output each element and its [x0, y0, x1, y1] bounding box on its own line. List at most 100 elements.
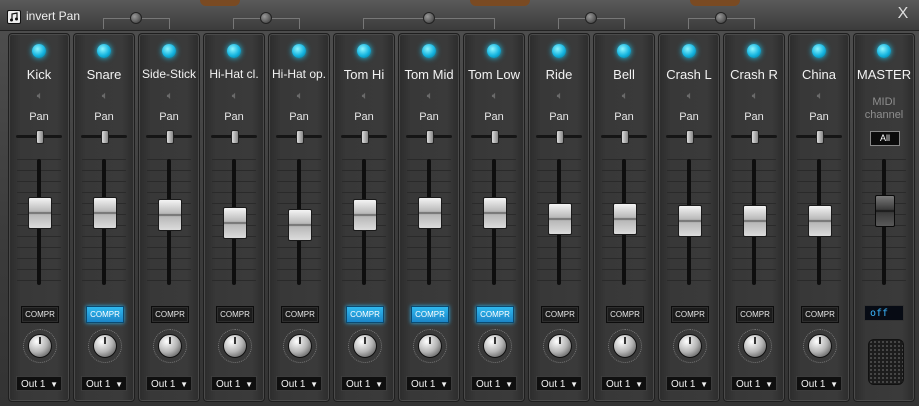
volume-fader-handle[interactable]: [808, 205, 832, 238]
output-select[interactable]: Out 1 ▼: [666, 376, 712, 391]
speaker-icon[interactable]: 🔈︎: [163, 90, 177, 102]
compressor-toggle-button[interactable]: COMPR: [21, 306, 59, 323]
channel-led-indicator[interactable]: [357, 44, 371, 58]
channel-led-indicator[interactable]: [487, 44, 501, 58]
volume-fader-handle[interactable]: [158, 199, 182, 232]
compressor-amount-knob[interactable]: [743, 334, 767, 358]
compressor-amount-knob[interactable]: [353, 334, 377, 358]
speaker-icon[interactable]: 🔈︎: [423, 90, 437, 102]
channel-led-indicator[interactable]: [292, 44, 306, 58]
link-toggle-snare-sidestick[interactable]: [130, 12, 142, 24]
close-button[interactable]: X: [892, 4, 914, 24]
master-led-indicator[interactable]: [877, 44, 891, 58]
volume-fader-handle[interactable]: [28, 197, 52, 230]
speaker-icon[interactable]: 🔈︎: [98, 90, 112, 102]
output-select[interactable]: Out 1 ▼: [81, 376, 127, 391]
compressor-toggle-button[interactable]: COMPR: [151, 306, 189, 323]
speaker-icon[interactable]: 🔈︎: [813, 90, 827, 102]
output-select[interactable]: Out 1 ▼: [536, 376, 582, 391]
compressor-toggle-button[interactable]: COMPR: [801, 306, 839, 323]
pan-slider-handle[interactable]: [101, 130, 109, 144]
output-select[interactable]: Out 1 ▼: [471, 376, 517, 391]
pan-slider-handle[interactable]: [751, 130, 759, 144]
compressor-amount-knob[interactable]: [28, 334, 52, 358]
compressor-amount-knob[interactable]: [548, 334, 572, 358]
compressor-toggle-button[interactable]: COMPR: [281, 306, 319, 323]
compressor-toggle-button[interactable]: COMPR: [671, 306, 709, 323]
volume-fader-handle[interactable]: [288, 208, 312, 241]
channel-led-indicator[interactable]: [162, 44, 176, 58]
pan-slider-handle[interactable]: [621, 130, 629, 144]
link-toggle-hihat[interactable]: [260, 12, 272, 24]
speaker-icon[interactable]: 🔈︎: [358, 90, 372, 102]
speaker-icon[interactable]: 🔈︎: [228, 90, 242, 102]
compressor-toggle-button[interactable]: COMPR: [541, 306, 579, 323]
link-toggle-toms[interactable]: [423, 12, 435, 24]
compressor-amount-knob[interactable]: [678, 334, 702, 358]
compressor-amount-knob[interactable]: [418, 334, 442, 358]
master-fader-handle[interactable]: [875, 195, 895, 228]
volume-fader-handle[interactable]: [418, 197, 442, 230]
channel-led-indicator[interactable]: [32, 44, 46, 58]
speaker-icon[interactable]: 🔈︎: [293, 90, 307, 102]
volume-fader-handle[interactable]: [548, 203, 572, 236]
compressor-toggle-button[interactable]: COMPR: [606, 306, 644, 323]
channel-led-indicator[interactable]: [682, 44, 696, 58]
volume-fader-handle[interactable]: [743, 205, 767, 238]
link-toggle-crashes[interactable]: [715, 12, 727, 24]
speaker-icon[interactable]: 🔈︎: [618, 90, 632, 102]
compressor-amount-knob[interactable]: [613, 334, 637, 358]
pan-slider-handle[interactable]: [816, 130, 824, 144]
channel-led-indicator[interactable]: [617, 44, 631, 58]
pan-slider-handle[interactable]: [556, 130, 564, 144]
pan-slider-handle[interactable]: [426, 130, 434, 144]
channel-led-indicator[interactable]: [227, 44, 241, 58]
output-select[interactable]: Out 1 ▼: [731, 376, 777, 391]
compressor-amount-knob[interactable]: [93, 334, 117, 358]
compressor-toggle-button[interactable]: COMPR: [736, 306, 774, 323]
volume-fader-handle[interactable]: [93, 197, 117, 230]
volume-fader-handle[interactable]: [613, 203, 637, 236]
link-toggle-ride-bell[interactable]: [585, 12, 597, 24]
speaker-icon[interactable]: 🔈︎: [33, 90, 47, 102]
pan-slider-handle[interactable]: [231, 130, 239, 144]
output-select[interactable]: Out 1 ▼: [146, 376, 192, 391]
compressor-toggle-button[interactable]: COMPR: [411, 306, 449, 323]
channel-led-indicator[interactable]: [812, 44, 826, 58]
speaker-icon[interactable]: 🔈︎: [488, 90, 502, 102]
pan-slider-handle[interactable]: [166, 130, 174, 144]
compressor-toggle-button[interactable]: COMPR: [216, 306, 254, 323]
speaker-icon[interactable]: 🔈︎: [748, 90, 762, 102]
compressor-amount-knob[interactable]: [158, 334, 182, 358]
compressor-toggle-button[interactable]: COMPR: [476, 306, 514, 323]
channel-led-indicator[interactable]: [747, 44, 761, 58]
output-select[interactable]: Out 1 ▼: [211, 376, 257, 391]
volume-fader-handle[interactable]: [483, 197, 507, 230]
pan-slider-handle[interactable]: [361, 130, 369, 144]
speaker-icon[interactable]: 🔈︎: [683, 90, 697, 102]
volume-fader-handle[interactable]: [223, 207, 247, 239]
pan-slider-handle[interactable]: [36, 130, 44, 144]
channel-led-indicator[interactable]: [422, 44, 436, 58]
pan-slider-handle[interactable]: [491, 130, 499, 144]
output-select[interactable]: Out 1 ▼: [276, 376, 322, 391]
speaker-icon[interactable]: 🔈︎: [553, 90, 567, 102]
volume-fader-handle[interactable]: [678, 205, 702, 238]
pan-slider-handle[interactable]: [296, 130, 304, 144]
pan-slider-handle[interactable]: [686, 130, 694, 144]
output-select[interactable]: Out 1 ▼: [16, 376, 62, 391]
midi-channel-select[interactable]: All: [870, 131, 900, 146]
channel-led-indicator[interactable]: [552, 44, 566, 58]
compressor-amount-knob[interactable]: [483, 334, 507, 358]
output-select[interactable]: Out 1 ▼: [406, 376, 452, 391]
compressor-toggle-button[interactable]: COMPR: [346, 306, 384, 323]
compressor-amount-knob[interactable]: [223, 334, 247, 358]
compressor-amount-knob[interactable]: [808, 334, 832, 358]
channel-led-indicator[interactable]: [97, 44, 111, 58]
compressor-toggle-button[interactable]: COMPR: [86, 306, 124, 323]
output-select[interactable]: Out 1 ▼: [341, 376, 387, 391]
output-select[interactable]: Out 1 ▼: [601, 376, 647, 391]
compressor-amount-knob[interactable]: [288, 334, 312, 358]
output-select[interactable]: Out 1 ▼: [796, 376, 842, 391]
volume-fader-handle[interactable]: [353, 199, 377, 232]
